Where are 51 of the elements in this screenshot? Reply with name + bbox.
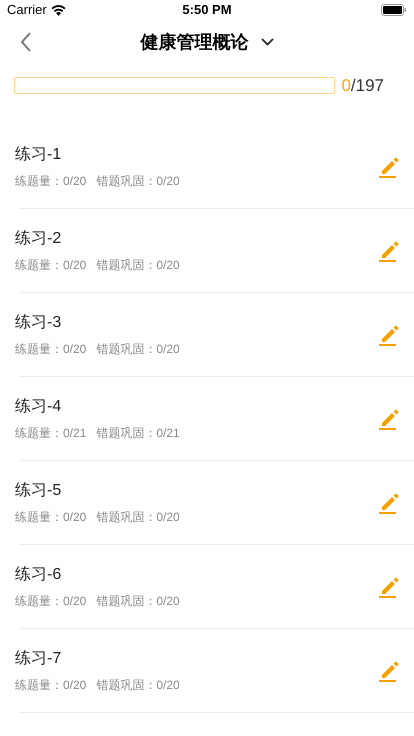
battery-icon [381, 4, 407, 16]
pencil-icon [379, 408, 399, 430]
edit-button[interactable] [378, 154, 400, 178]
review-count: 错题巩固：0/20 [96, 593, 180, 610]
exercise-title: 练习-5 [15, 481, 62, 501]
review-count: 错题巩固：0/20 [96, 677, 180, 694]
edit-button[interactable] [378, 238, 400, 262]
pencil-icon [379, 156, 399, 178]
edit-button[interactable] [378, 322, 400, 346]
review-count: 错题巩固：0/21 [96, 425, 180, 442]
exercise-row[interactable]: 练习-1 练题量：0/20 错题巩固：0/20 [0, 124, 414, 208]
review-count: 错题巩固：0/20 [96, 509, 180, 526]
practice-count: 练题量：0/20 [15, 341, 86, 358]
exercise-title: 练习-1 [15, 145, 62, 165]
practice-count: 练题量：0/20 [15, 593, 86, 610]
practice-count: 练题量：0/20 [15, 677, 86, 694]
practice-count: 练题量：0/20 [15, 173, 86, 190]
edit-button[interactable] [378, 406, 400, 430]
practice-count: 练题量：0/20 [15, 257, 86, 274]
practice-count: 练题量：0/20 [15, 509, 86, 526]
pencil-icon [379, 660, 399, 682]
exercise-title: 练习-2 [15, 229, 62, 249]
pencil-icon [379, 492, 399, 514]
wifi-icon [50, 4, 66, 16]
exercise-title: 练习-4 [15, 397, 62, 417]
exercise-title: 练习-6 [15, 565, 62, 585]
pencil-icon [379, 324, 399, 346]
carrier-label: Carrier [7, 1, 47, 20]
exercise-title: 练习-7 [15, 649, 62, 669]
progress-done: 0 [341, 75, 351, 97]
exercise-row[interactable]: 练习-5 练题量：0/20 错题巩固：0/20 [0, 460, 414, 544]
exercise-row[interactable]: 练习-3 练题量：0/20 错题巩固：0/20 [0, 292, 414, 376]
course-title-dropdown[interactable]: 健康管理概论 [140, 28, 274, 56]
review-count: 错题巩固：0/20 [96, 173, 180, 190]
pencil-icon [379, 576, 399, 598]
exercise-row[interactable]: 练习-6 练题量：0/20 错题巩固：0/20 [0, 544, 414, 628]
exercise-title: 练习-3 [15, 313, 62, 333]
exercise-row[interactable]: 练习-2 练题量：0/20 错题巩固：0/20 [0, 208, 414, 292]
exercise-row[interactable]: 练习-7 练题量：0/20 错题巩固：0/20 [0, 628, 414, 712]
clock-time: 5:50 PM [182, 1, 232, 20]
edit-button[interactable] [378, 658, 400, 682]
review-count: 错题巩固：0/20 [96, 257, 180, 274]
review-count: 错题巩固：0/20 [96, 341, 180, 358]
exercise-row[interactable]: 练习-4 练题量：0/21 错题巩固：0/21 [0, 376, 414, 460]
edit-button[interactable] [378, 574, 400, 598]
edit-button[interactable] [378, 490, 400, 514]
practice-count: 练题量：0/21 [15, 425, 86, 442]
back-icon [20, 32, 32, 52]
pencil-icon [379, 240, 399, 262]
chevron-down-icon [260, 38, 274, 46]
progress-total: /197 [350, 75, 384, 97]
